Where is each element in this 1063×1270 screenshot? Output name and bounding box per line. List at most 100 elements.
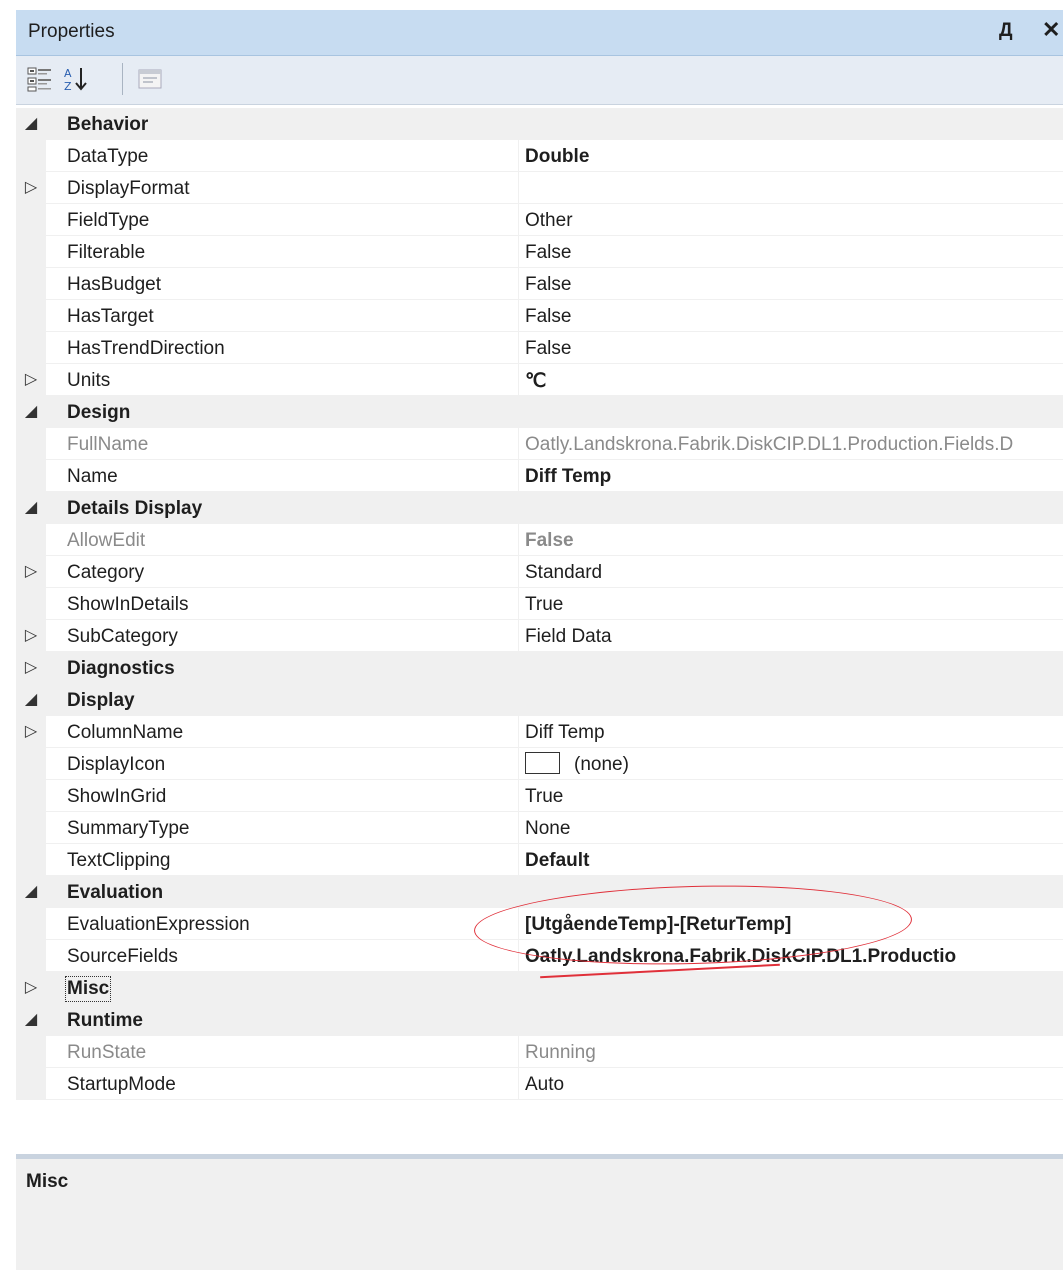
column-divider[interactable] — [518, 428, 519, 460]
collapse-arrow-icon[interactable]: ◢ — [23, 689, 39, 709]
column-divider[interactable] — [518, 748, 519, 780]
property-value: Running — [525, 1042, 596, 1063]
property-row[interactable]: Name Diff Temp — [16, 460, 1063, 492]
column-divider[interactable] — [518, 332, 519, 364]
property-row[interactable]: AllowEdit False — [16, 524, 1063, 556]
expand-arrow-icon[interactable]: ▷ — [23, 177, 39, 197]
property-row[interactable]: HasTarget False — [16, 300, 1063, 332]
column-divider[interactable] — [518, 1036, 519, 1068]
property-value[interactable]: Default — [525, 850, 589, 872]
category-row[interactable]: ◢ Behavior — [16, 108, 1063, 140]
property-value[interactable]: Diff Temp — [525, 722, 605, 744]
property-row[interactable]: ▷ Category Standard — [16, 556, 1063, 588]
expand-arrow-icon[interactable]: ▷ — [23, 369, 39, 389]
column-divider[interactable] — [518, 172, 519, 204]
column-divider[interactable] — [518, 268, 519, 300]
column-divider[interactable] — [518, 780, 519, 812]
row-gutter — [16, 588, 46, 620]
property-value[interactable]: [UtgåendeTemp]-[ReturTemp] — [525, 914, 791, 936]
column-divider[interactable] — [518, 556, 519, 588]
collapse-arrow-icon[interactable]: ◢ — [23, 881, 39, 901]
column-divider[interactable] — [518, 300, 519, 332]
property-row[interactable]: TextClipping Default — [16, 844, 1063, 876]
column-divider[interactable] — [518, 204, 519, 236]
property-value[interactable]: False — [525, 306, 571, 328]
category-row[interactable]: ◢ Evaluation — [16, 876, 1063, 908]
property-value[interactable]: True — [525, 786, 563, 808]
column-divider[interactable] — [518, 1068, 519, 1100]
collapse-arrow-icon[interactable]: ◢ — [23, 113, 39, 133]
property-row[interactable]: FullName Oatly.Landskrona.Fabrik.DiskCIP.… — [16, 428, 1063, 460]
property-row[interactable]: ShowInGrid True — [16, 780, 1063, 812]
property-row[interactable]: ▷ SubCategory Field Data — [16, 620, 1063, 652]
expand-arrow-icon[interactable]: ▷ — [23, 561, 39, 581]
column-divider[interactable] — [518, 716, 519, 748]
property-row[interactable]: HasTrendDirection False — [16, 332, 1063, 364]
property-value[interactable]: False — [525, 242, 571, 264]
close-icon[interactable]: ✕ — [1042, 17, 1060, 43]
property-value[interactable]: True — [525, 594, 563, 616]
property-value[interactable]: False — [525, 338, 571, 360]
property-value[interactable]: Diff Temp — [525, 466, 611, 488]
column-divider[interactable] — [518, 460, 519, 492]
column-divider[interactable] — [518, 940, 519, 972]
property-row[interactable]: RunState Running — [16, 1036, 1063, 1068]
property-value[interactable]: Standard — [525, 562, 602, 584]
property-value: False — [525, 530, 574, 551]
property-row[interactable]: Filterable False — [16, 236, 1063, 268]
property-row[interactable]: EvaluationExpression [UtgåendeTemp]-[Retu… — [16, 908, 1063, 940]
property-pages-icon[interactable] — [136, 65, 164, 93]
row-gutter — [16, 140, 46, 172]
collapse-arrow-icon[interactable]: ◢ — [23, 1009, 39, 1029]
category-row[interactable]: ▷ Diagnostics — [16, 652, 1063, 684]
property-value[interactable]: (none) — [525, 751, 629, 776]
column-divider[interactable] — [518, 908, 519, 940]
categorized-icon[interactable] — [26, 65, 54, 93]
property-row[interactable]: ShowInDetails True — [16, 588, 1063, 620]
property-row[interactable]: ▷ ColumnName Diff Temp — [16, 716, 1063, 748]
property-row[interactable]: StartupMode Auto — [16, 1068, 1063, 1100]
collapse-arrow-icon[interactable]: ◢ — [23, 497, 39, 517]
property-name: SourceFields — [67, 946, 178, 967]
property-value[interactable]: Other — [525, 210, 573, 232]
column-divider[interactable] — [518, 588, 519, 620]
column-divider[interactable] — [518, 140, 519, 172]
property-row[interactable]: ▷ DisplayFormat — [16, 172, 1063, 204]
category-row[interactable]: ◢ Design — [16, 396, 1063, 428]
category-row[interactable]: ◢ Runtime — [16, 1004, 1063, 1036]
alphabetical-icon[interactable]: A Z — [62, 65, 90, 93]
property-value[interactable]: False — [525, 274, 571, 296]
property-row[interactable]: SummaryType None — [16, 812, 1063, 844]
property-value[interactable]: None — [525, 818, 570, 840]
column-divider[interactable] — [518, 812, 519, 844]
category-row[interactable]: ◢ Display — [16, 684, 1063, 716]
pin-icon[interactable]: Д — [999, 20, 1013, 42]
category-row[interactable]: ◢ Details Display — [16, 492, 1063, 524]
column-divider[interactable] — [518, 844, 519, 876]
expand-arrow-icon[interactable]: ▷ — [23, 721, 39, 741]
collapse-arrow-icon[interactable]: ◢ — [23, 401, 39, 421]
property-row[interactable]: ▷ Units ℃ — [16, 364, 1063, 396]
expand-arrow-icon[interactable]: ▷ — [23, 977, 39, 997]
property-value[interactable]: ℃ — [525, 370, 546, 393]
property-row[interactable]: SourceFields Oatly.Landskrona.Fabrik.Disk… — [16, 940, 1063, 972]
column-divider[interactable] — [518, 364, 519, 396]
property-value[interactable]: Auto — [525, 1074, 564, 1096]
property-name: DisplayFormat — [67, 178, 190, 199]
property-row[interactable]: HasBudget False — [16, 268, 1063, 300]
expand-arrow-icon[interactable]: ▷ — [23, 657, 39, 677]
column-divider[interactable] — [518, 236, 519, 268]
row-gutter — [16, 1036, 46, 1068]
property-name: DataType — [67, 146, 149, 167]
property-value[interactable]: Field Data — [525, 626, 612, 648]
column-divider[interactable] — [518, 620, 519, 652]
property-row[interactable]: DisplayIcon (none) — [16, 748, 1063, 780]
property-value[interactable]: Oatly.Landskrona.Fabrik.DiskCIP.DL1.Prod… — [525, 946, 956, 968]
property-value[interactable]: Double — [525, 146, 589, 168]
expand-arrow-icon[interactable]: ▷ — [23, 625, 39, 645]
category-row[interactable]: ▷ Misc — [16, 972, 1063, 1004]
property-row[interactable]: FieldType Other — [16, 204, 1063, 236]
column-divider[interactable] — [518, 524, 519, 556]
property-row[interactable]: DataType Double — [16, 140, 1063, 172]
row-gutter — [16, 236, 46, 268]
